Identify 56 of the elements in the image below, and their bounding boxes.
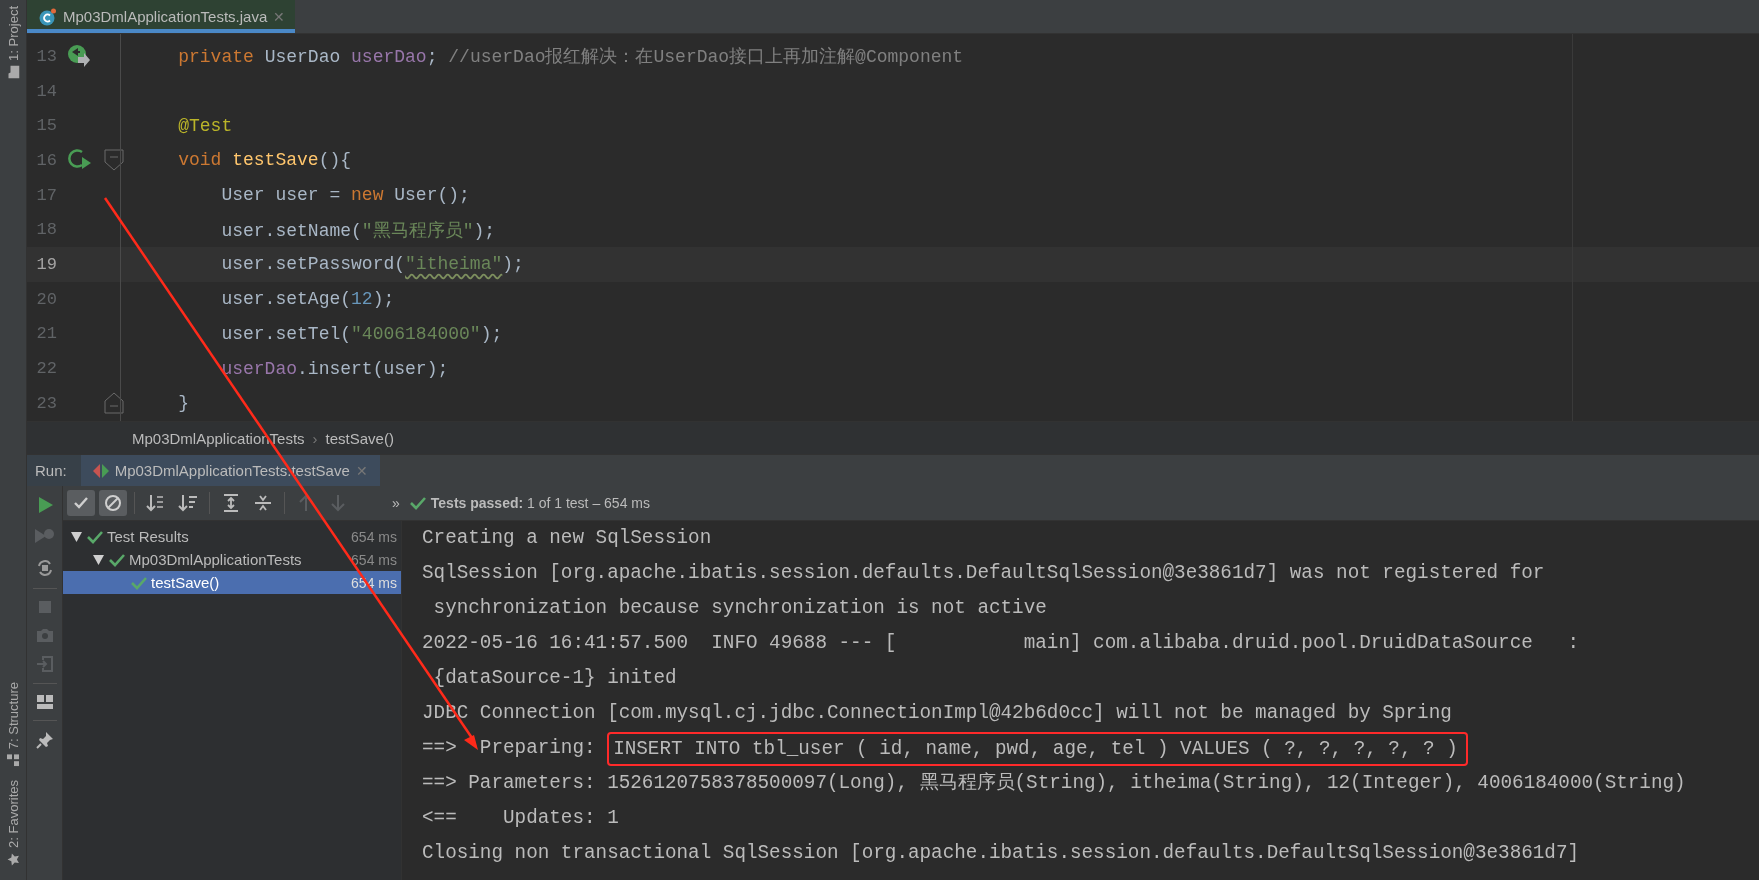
star-icon [6,853,20,866]
console-line: <== Updates: 1 [422,806,619,831]
console-line: synchronization because synchronization is not active [432,596,1047,621]
check-icon [87,529,103,544]
editor-tab[interactable]: Mp03DmlApplicationTests.java ✕ [27,0,296,33]
console-line: {dataSource-1} inited [432,666,677,691]
line-number: 21 [35,324,57,344]
folder-icon [7,65,19,79]
line-number: 18 [35,220,57,240]
console-line: Creating a new SqlSession [422,526,712,551]
console-line: ==> Preparing: [422,736,597,761]
ignored-icon [103,493,123,513]
code-line: private UserDao userDao; //userDao报红解决：在UserDao接口上再加注解@Component [177,46,964,69]
console-line: ==> Parameters: 1526120758378500097(Long), 黑马程序员(String), itheima(String), 12(Integer), 4006184000(String) [422,771,1686,796]
structure-icon [7,754,19,767]
line-number: 14 [35,81,57,101]
console-line: SqlSession [org.apache.ibatis.session.defaults.DefaultSqlSession@3e3861d7] was not registered for [422,561,1545,586]
run-class-icon[interactable] [66,44,92,69]
check-icon [131,575,147,590]
class-file-icon [39,7,57,26]
tree-item[interactable]: Test Results 654 ms [63,525,401,548]
tool-window-button[interactable]: 1: Project [5,6,21,78]
breadcrumb-item[interactable]: testSave() [325,429,394,447]
code-line: User user = new User(); [220,185,470,206]
code-line: userDao.insert(user); [220,358,449,379]
line-number: 23 [35,393,57,413]
line-number: 16 [35,150,57,170]
code-line: } [177,393,189,414]
line-number: 15 [35,116,57,136]
line-number: 17 [35,185,57,205]
line-number: 13 [35,46,57,66]
tool-window-button[interactable]: 2: Favorites [5,780,21,866]
highlighted-sql: INSERT INTO tbl_user ( id, name, pwd, age, tel ) VALUES ( ?, ?, ?, ?, ? ) [607,731,1468,766]
check-icon [409,496,426,510]
code-line: user.setTel("4006184000"); [220,323,503,344]
code-line: void testSave(){ [177,150,352,171]
run-label: Run: [27,455,81,486]
check-icon [109,552,125,567]
breadcrumb-separator: › [312,429,318,447]
code-line: user.setName("黑马程序员"); [220,219,496,242]
code-line: user.setAge(12); [220,289,395,310]
expanded-icon[interactable] [92,554,104,565]
console-line: Closing non transactional SqlSession [org.apache.ibatis.session.defaults.DefaultSqlSession@3e3861d7] [422,841,1580,866]
overflow-button[interactable]: » [392,495,400,511]
expanded-icon[interactable] [70,531,82,542]
line-number: 22 [35,359,57,379]
test-status: Tests passed: 1 of 1 test – 654 ms [409,495,650,511]
test-run-icon [92,463,109,478]
line-number: 20 [35,289,57,309]
line-number: 19 [35,254,57,274]
show-ignored-toggle[interactable] [99,490,127,516]
code-line: @Test [177,115,233,136]
show-passed-toggle[interactable] [67,490,95,516]
tool-window-button[interactable]: 7: Structure [5,681,21,767]
code-line: user.setPassword("itheima"); [220,254,524,275]
console-line: 2022-05-16 16:41:57.500 INFO 49688 --- [ main] com.alibaba.druid.pool.DruidDataSource : [422,631,1580,656]
